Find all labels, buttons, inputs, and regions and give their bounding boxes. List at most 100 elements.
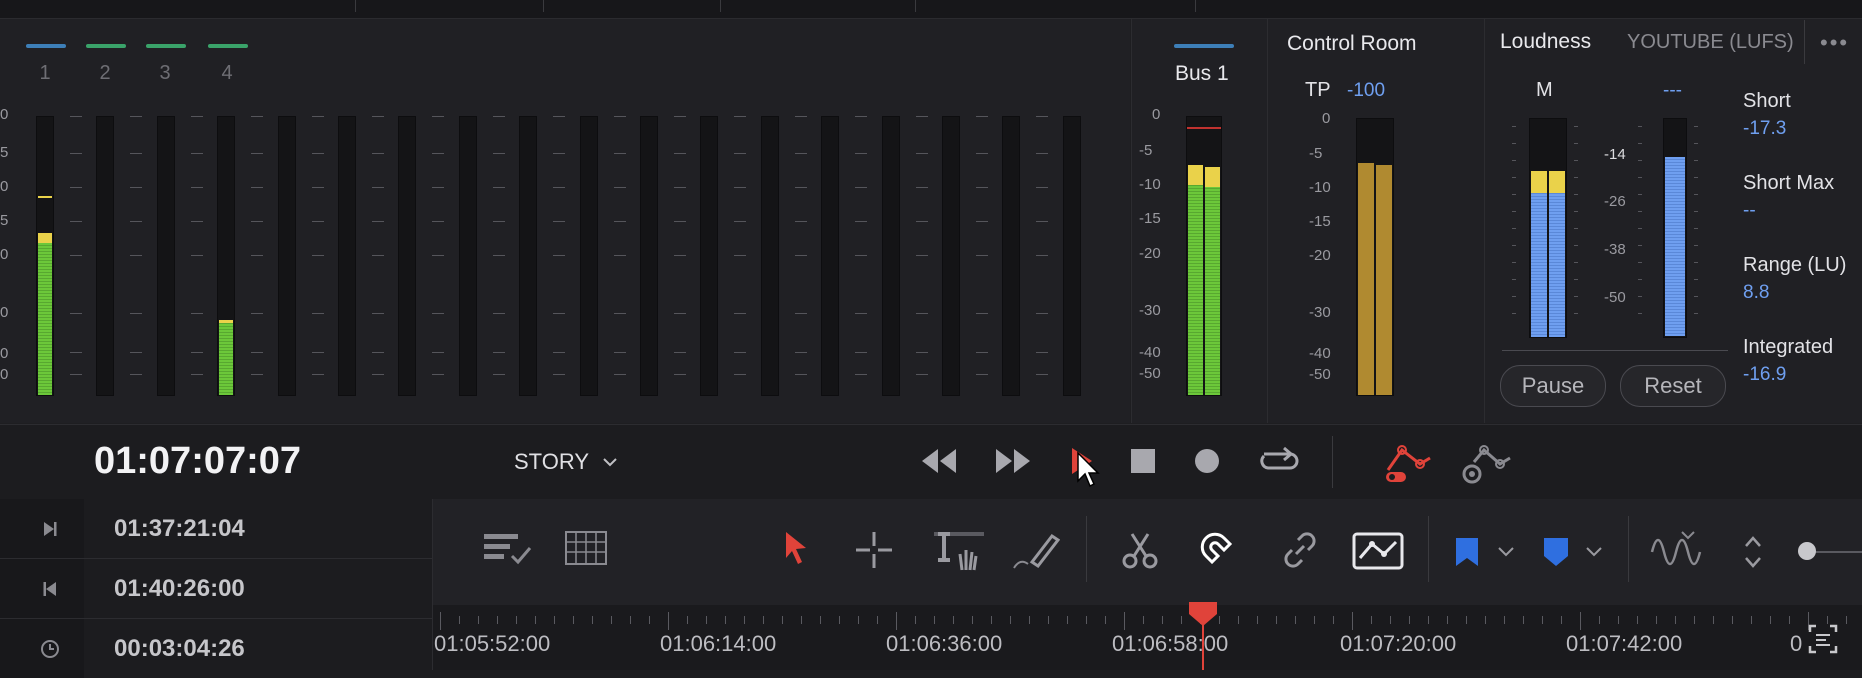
m-value: ---	[1663, 80, 1682, 101]
meter-scale-dash	[553, 221, 565, 222]
tp-value: -100	[1347, 80, 1386, 101]
playhead-handle[interactable]	[1187, 600, 1219, 628]
ruler-tick	[1485, 616, 1486, 624]
marker-icon[interactable]	[1542, 536, 1570, 568]
loudness-scale-dash	[1694, 211, 1698, 212]
automation-settings-icon[interactable]	[1460, 440, 1514, 484]
meter-scale-dash	[916, 221, 928, 222]
range-selection-icon[interactable]	[854, 530, 894, 570]
caption-icon[interactable]	[1806, 622, 1840, 656]
top-divider	[915, 0, 916, 12]
meter-scale-dash	[312, 153, 324, 154]
trim-hand-icon[interactable]	[926, 526, 988, 572]
meter-left	[1531, 119, 1547, 337]
ruler-tick	[630, 616, 631, 624]
bus-scale-label: -10	[1139, 176, 1161, 193]
record-icon[interactable]	[1192, 446, 1222, 476]
ruler-tick	[1162, 616, 1163, 624]
meter-scale-dash	[795, 255, 807, 256]
meter-scale-dash	[795, 187, 807, 188]
ruler-tick	[1086, 616, 1087, 624]
scissors-icon[interactable]	[1120, 530, 1160, 570]
reset-button[interactable]: Reset	[1620, 365, 1726, 407]
grid-icon[interactable]	[564, 530, 608, 566]
timecode-display[interactable]: 01:07:07:07	[94, 440, 301, 483]
out-point-timecode[interactable]: 01:37:21:04	[114, 515, 245, 543]
ruler-tick	[1599, 616, 1600, 624]
meter-scale-dash	[251, 255, 263, 256]
selection-pointer-icon[interactable]	[782, 528, 812, 568]
meter-scale-dash	[916, 153, 928, 154]
ruler-tick	[535, 616, 536, 624]
meter-scale-dash	[372, 255, 384, 256]
flag-icon[interactable]	[1454, 536, 1482, 570]
meter-scale-dash	[493, 153, 505, 154]
stop-icon[interactable]	[1128, 446, 1158, 476]
loudness-scale-dash	[1694, 313, 1698, 314]
divider	[1804, 20, 1805, 64]
duration-timecode[interactable]: 00:03:04:26	[114, 635, 245, 663]
fast-forward-icon[interactable]	[992, 443, 1034, 479]
ruler-tick	[1238, 616, 1239, 624]
link-icon[interactable]	[1280, 530, 1320, 570]
meter-scale-dash	[976, 255, 988, 256]
meter-scale-dash	[855, 313, 867, 314]
meter-scale-dash	[251, 221, 263, 222]
ruler-tick	[934, 616, 935, 624]
meter-scale-dash	[130, 352, 142, 353]
meter-scale-dash	[251, 374, 263, 375]
control-room-meter	[1356, 118, 1394, 396]
meter-scale-dash	[795, 116, 807, 117]
expand-tracks-icon[interactable]	[1740, 532, 1766, 572]
chevron-down-icon[interactable]	[1496, 542, 1516, 562]
meter-scale-dash	[734, 313, 746, 314]
stat-label: Short Max	[1743, 172, 1835, 194]
loop-icon[interactable]	[1254, 444, 1300, 478]
loudness-scale-label: -26	[1604, 193, 1626, 210]
pause-button[interactable]: Pause	[1500, 365, 1606, 407]
channel-meter	[96, 116, 114, 396]
snapping-magnet-icon[interactable]	[1200, 528, 1244, 572]
automation-toggle-icon[interactable]	[1382, 440, 1436, 484]
in-point-timecode[interactable]: 01:40:26:00	[114, 575, 245, 603]
ruler-tick	[1447, 616, 1448, 624]
ruler-tick	[554, 616, 555, 624]
rewind-icon[interactable]	[918, 443, 960, 479]
waveform-zoom-icon[interactable]	[1650, 526, 1710, 574]
meter-scale-dash	[674, 374, 686, 375]
chevron-down-icon[interactable]	[600, 452, 620, 472]
position-lock-icon[interactable]	[1352, 528, 1406, 572]
meter-scale-dash	[372, 153, 384, 154]
meter-scale-dash	[553, 153, 565, 154]
chevron-down-icon[interactable]	[1584, 542, 1604, 562]
out-point-icon	[44, 522, 57, 536]
ruler-label: 01:05:52:00	[434, 631, 551, 656]
loudness-scale-dash	[1694, 194, 1698, 195]
ruler-tick	[1295, 616, 1296, 624]
timeline-name[interactable]: STORY	[514, 449, 589, 475]
control-room-title: Control Room	[1287, 32, 1417, 55]
mixer-scale-label: 0	[0, 366, 9, 383]
ruler-tick	[1656, 616, 1657, 624]
meter-scale-dash	[855, 352, 867, 353]
meter-scale-dash	[674, 187, 686, 188]
loudness-title: Loudness	[1500, 30, 1592, 53]
meter-scale-dash	[553, 374, 565, 375]
zoom-slider-handle[interactable]	[1798, 542, 1816, 560]
control-scale-label: -50	[1309, 366, 1331, 383]
control-scale-label: -20	[1309, 247, 1331, 264]
ruler-tick	[706, 616, 707, 624]
mixer-scale-label: 0	[0, 178, 9, 195]
channel-meter	[398, 116, 416, 396]
pen-icon[interactable]	[1010, 528, 1060, 572]
ruler-tick	[649, 616, 650, 624]
ruler-tick	[1713, 616, 1714, 624]
loudness-scale-dash	[1574, 228, 1578, 229]
loudness-standard[interactable]: YOUTUBE (LUFS)	[1627, 31, 1794, 54]
timeline-view-options-icon[interactable]	[482, 530, 534, 568]
loudness-scale-dash	[1574, 211, 1578, 212]
more-options-icon[interactable]: •••	[1820, 30, 1849, 56]
ruler-tick	[1618, 616, 1619, 624]
meter-right	[1376, 119, 1392, 395]
meter-scale-dash	[70, 187, 82, 188]
